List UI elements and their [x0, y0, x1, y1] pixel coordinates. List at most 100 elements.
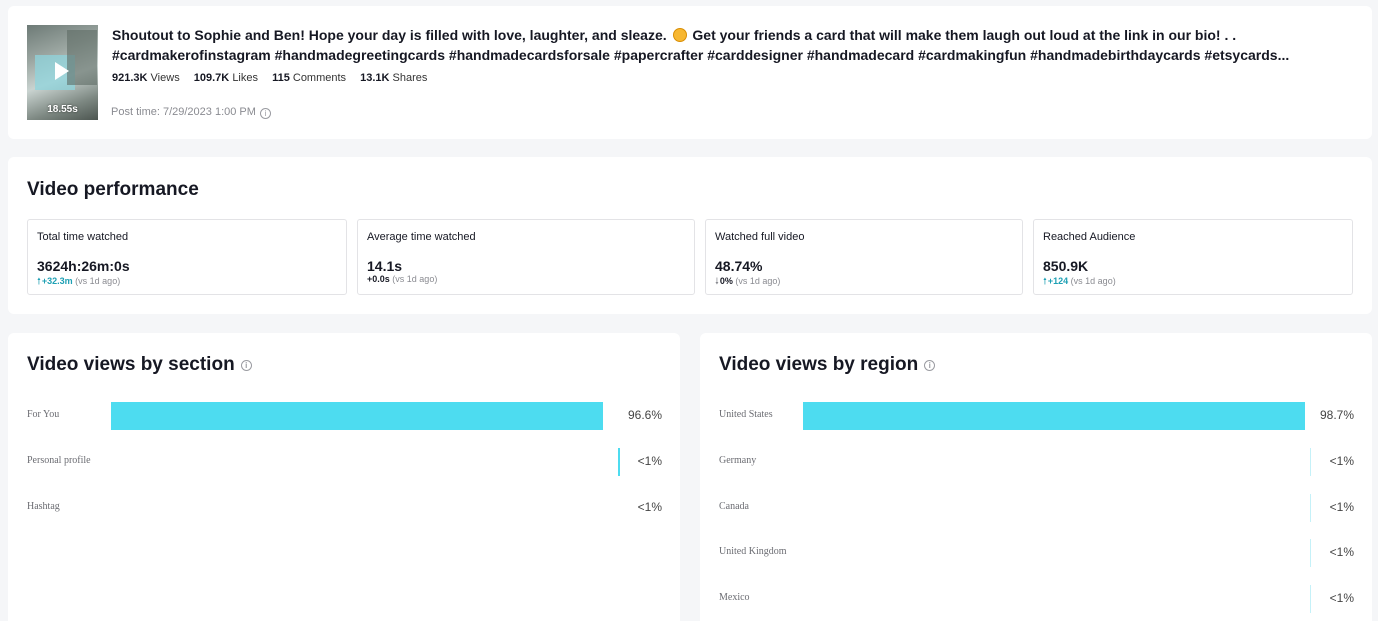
post-stats: 921.3K Views 109.7K Likes 115 Comments 1…: [112, 72, 438, 84]
bar-row: Germany <1%: [719, 447, 1354, 476]
bar-value-label: <1%: [637, 453, 662, 468]
metric-value: 3624h:26m:0s: [37, 258, 130, 274]
bar-label: Personal profile: [27, 454, 91, 466]
smiling-face-emoji-icon: [672, 28, 687, 42]
stat-number: 115: [272, 72, 290, 84]
bar-value-label: <1%: [1329, 453, 1354, 468]
delta-suffix: (vs 1d ago): [735, 276, 781, 286]
caption-text: Shoutout to Sophie and Ben! Hope your da…: [112, 27, 667, 43]
bar-label: For You: [27, 409, 60, 420]
bar-row: Canada <1%: [719, 493, 1354, 522]
bar-track: [803, 585, 1312, 614]
metric-label: Average time watched: [367, 231, 476, 243]
bar-value-label: <1%: [1329, 499, 1354, 514]
delta-value: +32.3m: [41, 276, 73, 286]
stat-likes: 109.7K Likes: [194, 72, 258, 84]
video-duration: 18.55s: [47, 104, 78, 115]
chart-title-text: Video views by region: [719, 354, 919, 375]
arrow-down-icon: 🠗: [715, 276, 719, 286]
metric-label: Total time watched: [37, 231, 129, 243]
info-icon[interactable]: i: [259, 108, 271, 119]
arrow-up-icon: 🠕: [1043, 276, 1047, 286]
stat-label: Likes: [232, 72, 258, 84]
bar[interactable]: [111, 402, 603, 430]
bar-label: Mexico: [719, 592, 750, 604]
bar-track: [111, 402, 620, 430]
bar-track: [111, 447, 620, 476]
post-time-text: Post time: 7/29/2023 1:00 PM: [111, 106, 256, 118]
bar[interactable]: [1310, 493, 1311, 522]
post-caption: Shoutout to Sophie and Ben! Hope your da…: [112, 25, 1352, 65]
bar-label: United Kingdom: [719, 546, 787, 558]
metric-label: Watched full video: [715, 231, 805, 243]
delta-suffix: (vs 1d ago): [392, 274, 438, 284]
metric-delta: +0.0s (vs 1d ago): [367, 274, 437, 284]
bar-row: United States 98.7%: [719, 402, 1354, 430]
delta-value: +124: [1047, 276, 1069, 286]
stat-shares: 13.1K Shares: [360, 72, 427, 84]
caption-text: Get your friends a card that will make t…: [692, 27, 1237, 43]
views-by-region-card: Video views by region i United States 98.7…: [700, 333, 1372, 621]
bar-value-label: 98.7%: [1319, 408, 1354, 422]
stat-views: 921.3K Views: [112, 72, 180, 84]
bar-track: [111, 494, 620, 522]
bar-track: [803, 402, 1312, 430]
bar-track: [803, 447, 1312, 476]
post-time: Post time: 7/29/2023 1:00 PM i: [111, 106, 271, 119]
metric-delta: 🠕+32.3m (vs 1d ago): [37, 274, 120, 290]
metric-value: 48.74%: [715, 258, 763, 274]
views-by-section-card: Video views by section i For You 96.6% Pers…: [8, 333, 680, 621]
stat-number: 13.1K: [360, 72, 390, 84]
stat-number: 921.3K: [112, 72, 148, 84]
bar-value-label: <1%: [637, 499, 662, 514]
bar-row: United Kingdom <1%: [719, 539, 1354, 568]
metric-delta: 🠗0% (vs 1d ago): [715, 274, 780, 290]
stat-label: Shares: [392, 72, 428, 84]
bar-label: Hashtag: [27, 500, 60, 512]
bar-track: [803, 493, 1312, 522]
bar[interactable]: [1310, 539, 1311, 568]
bar[interactable]: [618, 447, 620, 476]
play-icon[interactable]: [55, 62, 69, 80]
video-thumbnail[interactable]: 18.55s: [27, 25, 98, 120]
delta-value: 0%: [719, 276, 733, 286]
bar-label: Canada: [719, 500, 749, 512]
metric-value: 14.1s: [367, 258, 403, 274]
thumbnail-shape: [67, 30, 97, 85]
stat-comments: 115 Comments: [272, 72, 346, 84]
chart-title-text: Video views by section: [27, 354, 235, 375]
delta-suffix: (vs 1d ago): [75, 276, 121, 286]
bar-row: Mexico <1%: [719, 585, 1354, 614]
bar-value-label: 96.6%: [627, 408, 662, 422]
bar-label: United States: [719, 409, 773, 420]
metric-reached-audience: Reached Audience 850.9K 🠕+124 (vs 1d ago…: [1033, 219, 1353, 295]
metric-value: 850.9K: [1043, 258, 1089, 274]
chart-title: Video views by section i: [27, 354, 252, 376]
bar-row: For You 96.6%: [27, 402, 662, 430]
info-icon[interactable]: i: [924, 360, 936, 371]
metric-watched-full-video: Watched full video 48.74% 🠗0% (vs 1d ago…: [705, 219, 1023, 295]
bar-value-label: <1%: [1329, 545, 1354, 560]
delta-suffix: (vs 1d ago): [1070, 276, 1116, 286]
chart-title: Video views by region i: [719, 354, 936, 376]
metric-total-time-watched: Total time watched 3624h:26m:0s 🠕+32.3m …: [27, 219, 347, 295]
post-card: 18.55s Shoutout to Sophie and Ben! Hope …: [8, 6, 1372, 139]
stat-number: 109.7K: [193, 72, 230, 84]
bar-value-label: <1%: [1329, 591, 1354, 606]
metric-delta: 🠕+124 (vs 1d ago): [1043, 274, 1116, 290]
bar-row: Hashtag <1%: [27, 494, 662, 522]
info-icon[interactable]: i: [240, 360, 252, 371]
bar[interactable]: [1310, 447, 1311, 476]
video-performance-card: Video performance Total time watched 362…: [8, 157, 1372, 314]
delta-value: +0.0s: [367, 274, 390, 284]
bar[interactable]: [1310, 585, 1311, 614]
bar[interactable]: [803, 402, 1306, 430]
arrow-up-icon: 🠕: [37, 276, 41, 286]
section-title: Video performance: [27, 179, 199, 200]
bar-label: Germany: [719, 454, 757, 466]
metric-average-time-watched: Average time watched 14.1s +0.0s (vs 1d …: [357, 219, 695, 295]
caption-hashtags: #cardmakerofinstagram #handmadegreetingc…: [112, 47, 1290, 63]
stat-label: Comments: [292, 72, 347, 84]
bar-track: [803, 539, 1312, 568]
metric-label: Reached Audience: [1043, 231, 1136, 243]
